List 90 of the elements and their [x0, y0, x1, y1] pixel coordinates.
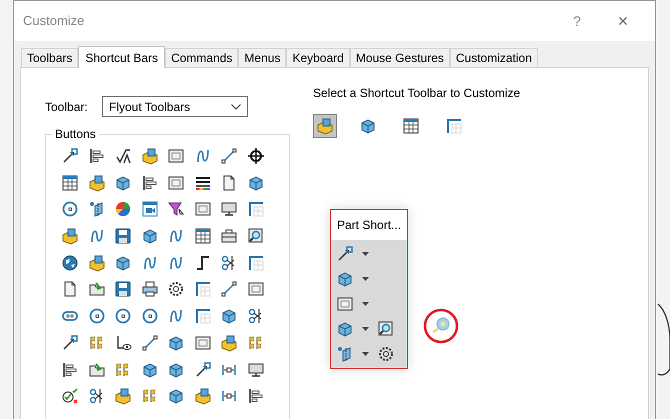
bars-icon[interactable]: [61, 360, 79, 378]
crosshair-icon[interactable]: [246, 147, 264, 165]
magnifier-icon[interactable]: [246, 227, 264, 246]
circle-icon[interactable]: [114, 307, 132, 326]
monitor-icon[interactable]: [246, 360, 264, 378]
drag-target-icon: [423, 308, 459, 344]
box-icon[interactable]: [88, 174, 106, 192]
tab[interactable]: Customization: [450, 48, 538, 67]
cube-icon[interactable]: [246, 174, 264, 192]
cube-icon[interactable]: [167, 334, 185, 352]
tab[interactable]: Commands: [165, 48, 238, 67]
box-icon[interactable]: [114, 387, 132, 406]
box-icon[interactable]: [61, 227, 79, 246]
flag-icon[interactable]: [88, 334, 106, 352]
toolbar-label: Toolbar:: [45, 98, 89, 116]
flag-icon[interactable]: [246, 334, 264, 352]
cube-icon: [359, 117, 377, 135]
corner-icon[interactable]: [194, 280, 212, 298]
cube-icon[interactable]: [336, 270, 354, 288]
corner-icon: [445, 117, 463, 135]
cube-icon[interactable]: [220, 307, 238, 326]
gear-icon[interactable]: [377, 345, 395, 363]
cube-icon[interactable]: [167, 360, 185, 378]
caret-icon[interactable]: [362, 302, 369, 306]
caret-icon[interactable]: [362, 327, 369, 331]
funnel-icon[interactable]: [167, 200, 185, 218]
line-icon[interactable]: [220, 147, 238, 165]
plane-icon[interactable]: [88, 200, 106, 218]
shortcut-bar-title: Part Short...: [331, 210, 407, 240]
corner-icon[interactable]: [194, 307, 212, 326]
circle-icon[interactable]: [140, 307, 158, 326]
arrow-icon[interactable]: [61, 334, 79, 352]
globe-icon[interactable]: [61, 254, 79, 272]
tab[interactable]: Keyboard: [286, 48, 350, 67]
caret-icon[interactable]: [362, 277, 369, 281]
section-heading: Select a Shortcut Toolbar to Customize: [313, 85, 522, 102]
table-icon[interactable]: [194, 227, 212, 246]
cube-icon[interactable]: [167, 387, 185, 406]
chevron-down-icon: [231, 104, 241, 110]
toolbar-dropdown[interactable]: Flyout Toolbars: [102, 96, 248, 117]
bars-icon[interactable]: [88, 147, 106, 165]
tab[interactable]: Shortcut Bars: [78, 46, 166, 68]
tab[interactable]: Mouse Gestures: [350, 48, 450, 67]
cube-icon[interactable]: [140, 360, 158, 378]
close-button[interactable]: ×: [601, 7, 645, 35]
monitor-icon[interactable]: [220, 200, 238, 218]
ball-icon[interactable]: [114, 200, 132, 218]
arrow-icon[interactable]: [336, 245, 354, 263]
magnifier-icon[interactable]: [377, 320, 395, 338]
circle-icon[interactable]: [88, 307, 106, 326]
frame-icon[interactable]: [167, 147, 185, 165]
gear-icon[interactable]: [167, 280, 185, 298]
cube-icon[interactable]: [336, 320, 354, 338]
circle-icon[interactable]: [61, 200, 79, 218]
bars-icon[interactable]: [140, 174, 158, 192]
corner-icon[interactable]: [246, 200, 264, 218]
box-icon[interactable]: [194, 387, 212, 406]
frame-icon[interactable]: [246, 280, 264, 298]
box-icon[interactable]: [220, 334, 238, 352]
cube-icon[interactable]: [140, 227, 158, 246]
tab[interactable]: Menus: [238, 48, 286, 67]
cube-icon[interactable]: [114, 174, 132, 192]
bars-icon[interactable]: [246, 387, 264, 406]
line-icon[interactable]: [220, 280, 238, 298]
folder-icon[interactable]: [88, 280, 106, 298]
folder-icon[interactable]: [88, 360, 106, 378]
box-icon: [316, 117, 334, 135]
box-icon[interactable]: [88, 254, 106, 272]
frame-icon[interactable]: [194, 200, 212, 218]
printer-icon[interactable]: [140, 280, 158, 298]
table-icon: [402, 117, 420, 135]
box-icon[interactable]: [140, 147, 158, 165]
line-icon[interactable]: [140, 334, 158, 352]
cube-icon[interactable]: [114, 254, 132, 272]
frame-icon[interactable]: [194, 334, 212, 352]
frame-icon[interactable]: [336, 295, 354, 313]
help-button[interactable]: ?: [557, 7, 597, 35]
toolbox-icon[interactable]: [220, 227, 238, 246]
window-title: Customize: [23, 12, 84, 30]
camera-icon[interactable]: [140, 200, 158, 218]
tab[interactable]: Toolbars: [21, 48, 78, 67]
arrow-icon[interactable]: [194, 360, 212, 378]
frame-icon[interactable]: [167, 174, 185, 192]
check-icon[interactable]: [61, 387, 79, 406]
corner-icon[interactable]: [246, 254, 264, 272]
caret-icon[interactable]: [362, 252, 369, 256]
table-icon[interactable]: [61, 174, 79, 192]
caret-icon[interactable]: [362, 352, 369, 356]
arrow-icon[interactable]: [61, 147, 79, 165]
group-title: Buttons: [52, 127, 99, 141]
